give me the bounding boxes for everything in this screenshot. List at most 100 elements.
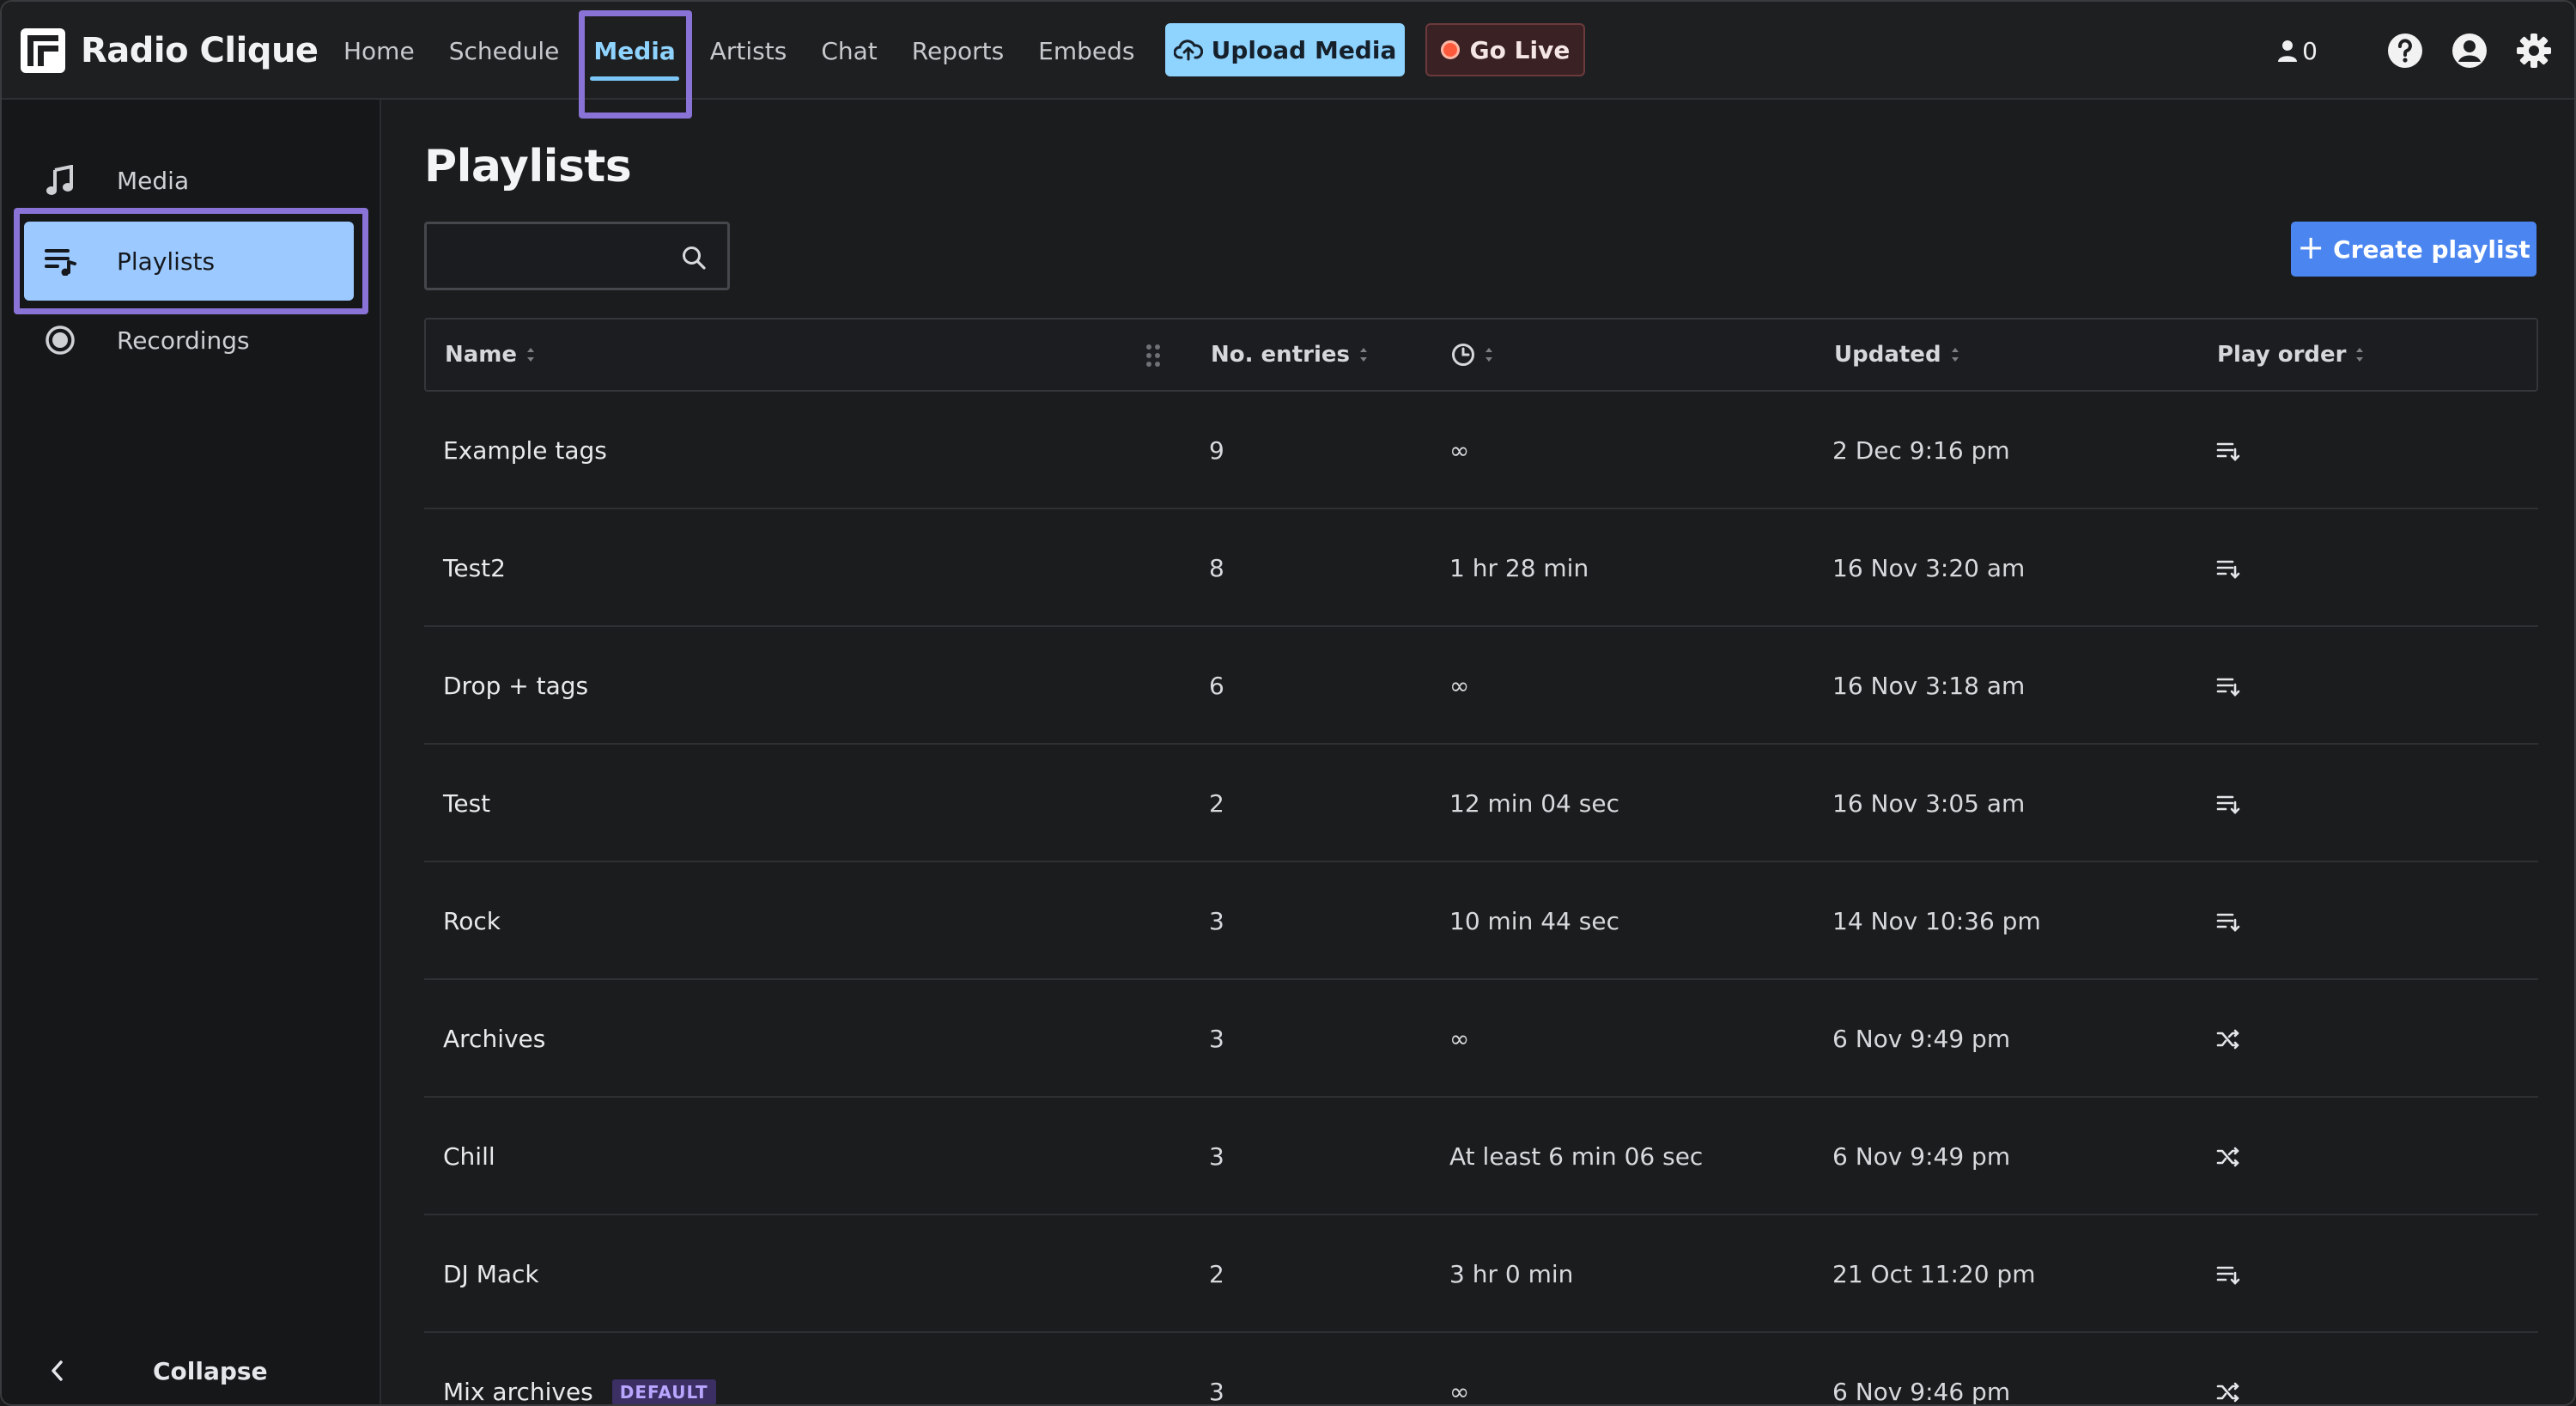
go-live-label: Go Live: [1469, 35, 1571, 64]
cell-updated: 2 Dec 9:16 pm: [1832, 436, 2010, 465]
chevron-left-icon: [52, 1360, 63, 1381]
cell-duration: ∞: [1449, 1025, 1470, 1053]
sidebar-item-recordings-label: Recordings: [117, 326, 250, 355]
shuffle-icon: [2215, 1381, 2241, 1403]
column-header-updated[interactable]: Updated: [1834, 320, 1960, 390]
column-name-label: Name: [445, 342, 518, 368]
playlist-icon: [43, 244, 77, 278]
drag-handle-icon[interactable]: [1145, 344, 1161, 368]
cell-play-order: [2215, 980, 2241, 1098]
playlist-name[interactable]: Test: [443, 789, 490, 818]
column-header-play-order[interactable]: Play order: [2217, 320, 2365, 390]
cell-play-order: [2215, 1098, 2241, 1215]
playlist-name[interactable]: Chill: [443, 1142, 495, 1171]
cell-play-order: [2215, 1215, 2241, 1333]
app-name: Radio Clique: [81, 31, 319, 70]
nav-artists[interactable]: Artists: [710, 2, 787, 100]
cell-duration: 10 min 44 sec: [1449, 907, 1619, 935]
playlist-name[interactable]: Rock: [443, 907, 501, 935]
table-row[interactable]: Rock 3 10 min 44 sec 14 Nov 10:36 pm: [424, 862, 2538, 980]
cell-name: Rock: [443, 862, 501, 980]
create-playlist-button[interactable]: + Create playlist: [2291, 222, 2537, 277]
cell-play-order: [2215, 1333, 2241, 1404]
sidebar: Media Playlists Recordings Collapse: [2, 100, 381, 1404]
cell-name: Chill: [443, 1098, 495, 1215]
table-row[interactable]: Example tags 9 ∞ 2 Dec 9:16 pm: [424, 392, 2538, 509]
listener-count[interactable]: 0: [2276, 37, 2318, 65]
help-icon[interactable]: [2387, 33, 2423, 69]
cell-name: Test: [443, 745, 490, 862]
playlist-name[interactable]: Drop + tags: [443, 672, 588, 700]
cell-updated: 21 Oct 11:20 pm: [1832, 1260, 2036, 1288]
cell-name: Mix archives DEFAULT: [443, 1333, 716, 1404]
sequential-icon: [2215, 557, 2241, 580]
column-play-order-label: Play order: [2217, 342, 2347, 368]
column-header-entries[interactable]: No. entries: [1211, 320, 1369, 390]
column-header-name[interactable]: Name: [445, 320, 536, 390]
settings-gear-icon[interactable]: [2516, 33, 2552, 69]
record-icon: [43, 323, 77, 357]
cell-entries: 9: [1209, 436, 1224, 465]
table-row[interactable]: DJ Mack 2 3 hr 0 min 21 Oct 11:20 pm: [424, 1215, 2538, 1333]
cell-duration: At least 6 min 06 sec: [1449, 1142, 1704, 1171]
playlist-name[interactable]: Archives: [443, 1025, 545, 1053]
cell-name: DJ Mack: [443, 1215, 539, 1333]
search-input[interactable]: [427, 224, 667, 286]
table-row[interactable]: Chill 3 At least 6 min 06 sec 6 Nov 9:49 pm: [424, 1098, 2538, 1215]
default-badge: DEFAULT: [611, 1379, 716, 1404]
table-row[interactable]: Test2 8 1 hr 28 min 16 Nov 3:20 am: [424, 509, 2538, 627]
search-icon[interactable]: [681, 245, 707, 271]
nav-home[interactable]: Home: [343, 2, 415, 100]
sort-icon: [1359, 348, 1367, 362]
upload-media-label: Upload Media: [1211, 35, 1397, 64]
sidebar-item-media-label: Media: [117, 166, 190, 195]
column-header-duration[interactable]: [1451, 320, 1494, 390]
nav-chat[interactable]: Chat: [821, 2, 877, 100]
sidebar-item-media[interactable]: Media: [24, 141, 354, 220]
nav-schedule[interactable]: Schedule: [449, 2, 560, 100]
table-row[interactable]: Test 2 12 min 04 sec 16 Nov 3:05 am: [424, 745, 2538, 862]
live-dot-icon: [1440, 40, 1460, 59]
account-icon[interactable]: [2451, 33, 2488, 69]
cell-entries: 3: [1209, 1025, 1224, 1053]
nav-reports[interactable]: Reports: [912, 2, 1004, 100]
playlist-name[interactable]: DJ Mack: [443, 1260, 539, 1288]
sidebar-item-playlists[interactable]: Playlists: [24, 222, 354, 301]
upload-media-button[interactable]: Upload Media: [1165, 23, 1405, 76]
playlist-name[interactable]: Example tags: [443, 436, 607, 465]
sort-icon: [1951, 348, 1959, 362]
cell-entries: 3: [1209, 1378, 1224, 1406]
collapse-button[interactable]: Collapse: [2, 1336, 381, 1404]
table-row[interactable]: Archives 3 ∞ 6 Nov 9:49 pm: [424, 980, 2538, 1098]
table-row[interactable]: Drop + tags 6 ∞ 16 Nov 3:18 am: [424, 627, 2538, 745]
cell-play-order: [2215, 627, 2241, 745]
shuffle-icon: [2215, 1146, 2241, 1168]
sidebar-item-recordings[interactable]: Recordings: [24, 301, 354, 380]
cell-entries: 6: [1209, 672, 1224, 700]
nav-embeds[interactable]: Embeds: [1038, 2, 1134, 100]
top-bar: Radio Clique Home Schedule Media Artists…: [2, 2, 2574, 119]
cell-duration: 1 hr 28 min: [1449, 554, 1589, 582]
playlist-name[interactable]: Mix archives: [443, 1378, 593, 1404]
playlist-name[interactable]: Test2: [443, 554, 506, 582]
column-updated-label: Updated: [1834, 342, 1941, 368]
cell-duration: ∞: [1449, 1378, 1470, 1406]
table-row[interactable]: Mix archives DEFAULT 3 ∞ 6 Nov 9:46 pm: [424, 1333, 2538, 1406]
app-window: Radio Clique Home Schedule Media Artists…: [0, 0, 2576, 1406]
cell-name: Drop + tags: [443, 627, 588, 745]
create-playlist-label: Create playlist: [2333, 234, 2530, 264]
cell-play-order: [2215, 392, 2241, 509]
nav-media[interactable]: Media: [590, 2, 680, 100]
brand[interactable]: Radio Clique: [19, 26, 319, 76]
cell-entries: 3: [1209, 907, 1224, 935]
cell-updated: 6 Nov 9:49 pm: [1832, 1025, 2011, 1053]
cell-updated: 16 Nov 3:20 am: [1832, 554, 2026, 582]
search-box: [424, 222, 730, 290]
go-live-button[interactable]: Go Live: [1425, 23, 1585, 76]
cell-entries: 3: [1209, 1142, 1224, 1171]
cell-entries: 2: [1209, 789, 1224, 818]
cell-duration: ∞: [1449, 436, 1470, 465]
playlists-table: Name No. entries Updated Play order Exam…: [424, 318, 2538, 1406]
cell-updated: 6 Nov 9:49 pm: [1832, 1142, 2011, 1171]
sequential-icon: [2215, 910, 2241, 933]
